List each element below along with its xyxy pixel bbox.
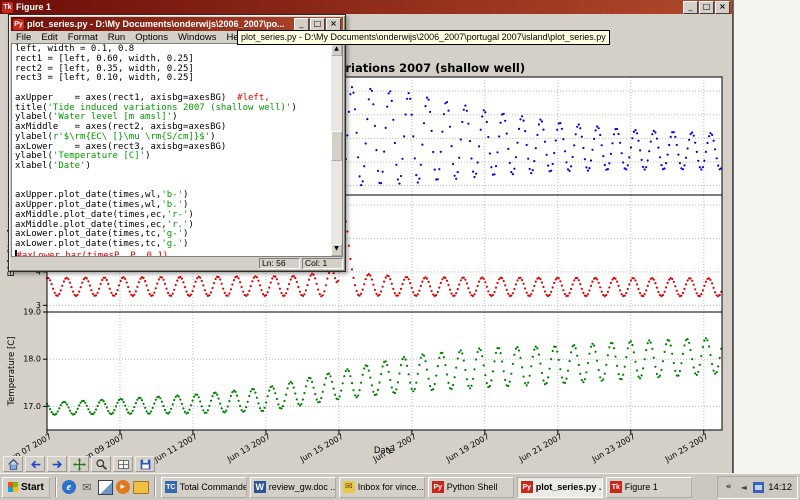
tk-icon <box>610 481 622 493</box>
task-button[interactable]: plot_series.py ... <box>517 477 603 498</box>
task-button-label: Inbox for vince... <box>358 482 424 492</box>
code-line: axLower.plot_date(times,tc,'g.') <box>15 240 331 250</box>
editor-window: plot_series.py - D:\My Documents\onderwi… <box>8 14 346 272</box>
forward-button[interactable] <box>47 456 67 472</box>
taskbar-divider <box>154 477 156 497</box>
start-button[interactable]: Start <box>2 477 50 498</box>
svg-text:17.0: 17.0 <box>23 402 41 411</box>
save-button[interactable] <box>135 456 155 472</box>
tray-chevron-icon[interactable] <box>723 482 734 493</box>
task-button[interactable]: Inbox for vince... <box>339 477 425 498</box>
temperature-axis-label: Temperature [C] <box>7 336 17 406</box>
scrollbar-thumb[interactable] <box>331 131 342 161</box>
tc-icon <box>165 481 177 493</box>
editor-window-controls <box>293 18 341 31</box>
task-button-label: review_gw.doc ... <box>269 482 336 492</box>
outlook-icon[interactable] <box>79 479 95 495</box>
task-button[interactable]: review_gw.doc ... <box>250 477 336 498</box>
menu-windows[interactable]: Windows <box>173 32 222 43</box>
editor-minimize-button[interactable] <box>294 18 309 31</box>
word-icon <box>254 481 266 493</box>
figure-title: Figure 1 <box>16 2 679 12</box>
task-button[interactable]: Figure 1 <box>606 477 692 498</box>
column-indicator: Col: 1 <box>302 258 343 269</box>
show-desktop-icon[interactable] <box>98 480 113 495</box>
editor-close-button[interactable] <box>326 18 341 31</box>
zoom-button[interactable] <box>91 456 111 472</box>
code-line <box>15 172 331 182</box>
code-line: rect3 = [left, 0.10, width, 0.25] <box>15 74 331 84</box>
scroll-down-button[interactable] <box>331 244 342 256</box>
scrollbar-track[interactable] <box>331 56 342 244</box>
subplots-button[interactable] <box>113 456 133 472</box>
svg-text:19.0: 19.0 <box>23 308 41 317</box>
system-tray: 14:12 <box>717 476 798 499</box>
py-icon <box>521 481 533 493</box>
menu-options[interactable]: Options <box>130 32 173 43</box>
code-line: #axLower.bar(timesP, P, 0.1) <box>15 250 331 257</box>
editor-code[interactable]: left, width = 0.1, 0.8rect1 = [left, 0.6… <box>11 43 331 257</box>
background-window <box>733 0 800 473</box>
path-tooltip: plot_series.py - D:\My Documents\onderwi… <box>237 30 610 45</box>
editor-scrollbar[interactable] <box>331 43 343 257</box>
figure-close-button[interactable] <box>715 1 730 14</box>
editor-body: left, width = 0.1, 0.8rect1 = [left, 0.6… <box>11 43 343 257</box>
py-icon <box>432 481 444 493</box>
task-button[interactable]: Total Commande... <box>161 477 247 498</box>
editor-title: plot_series.py - D:\My Documents\onderwi… <box>27 19 290 29</box>
tray-volume-icon[interactable] <box>738 482 749 493</box>
folder-icon[interactable] <box>133 481 149 494</box>
figure-maximize-button[interactable] <box>699 1 714 14</box>
figure-minimize-button[interactable] <box>683 1 698 14</box>
start-label: Start <box>21 482 44 493</box>
internet-explorer-icon[interactable] <box>62 480 76 494</box>
menu-edit[interactable]: Edit <box>36 32 62 43</box>
taskbar-divider <box>55 477 57 497</box>
editor-statusbar: Ln: 56 Col: 1 <box>11 257 343 269</box>
back-button[interactable] <box>25 456 45 472</box>
media-player-icon[interactable] <box>116 480 130 494</box>
task-button-label: plot_series.py ... <box>536 482 603 492</box>
home-button[interactable] <box>3 456 23 472</box>
task-button-area: Total Commande... review_gw.doc ... Inbox … <box>161 477 692 498</box>
taskbar: Start Total Commande... review_gw.doc ...… <box>0 473 800 500</box>
pan-button[interactable] <box>69 456 89 472</box>
task-button-label: Python Shell <box>447 482 498 492</box>
figure-window-controls <box>682 1 730 14</box>
editor-maximize-button[interactable] <box>310 18 325 31</box>
scroll-up-button[interactable] <box>331 44 342 56</box>
matplotlib-toolbar <box>0 455 732 473</box>
task-button[interactable]: Python Shell <box>428 477 514 498</box>
matplotlib-app-icon <box>2 2 13 13</box>
editor-titlebar[interactable]: plot_series.py - D:\My Documents\onderwi… <box>11 17 343 31</box>
idle-app-icon <box>13 19 24 30</box>
code-line: xlabel('Date') <box>15 162 331 172</box>
line-indicator: Ln: 56 <box>259 258 300 269</box>
tray-display-icon[interactable] <box>753 482 764 493</box>
menu-run[interactable]: Run <box>103 32 130 43</box>
svg-text:18.0: 18.0 <box>23 355 41 364</box>
task-button-label: Figure 1 <box>625 482 658 492</box>
windows-flag-icon <box>8 482 18 492</box>
quick-launch-bar <box>62 479 149 495</box>
task-button-label: Total Commande... <box>180 482 247 492</box>
taskbar-clock[interactable]: 14:12 <box>768 482 792 493</box>
figure-titlebar[interactable]: Figure 1 <box>0 0 732 14</box>
menu-format[interactable]: Format <box>63 32 103 43</box>
menu-file[interactable]: File <box>11 32 36 43</box>
desktop: Figure 1 Tide induced variations 2007 (s… <box>0 0 800 500</box>
temperature-axes: 17.0 18.0 19.0 <box>23 308 722 431</box>
mail-icon <box>343 481 355 493</box>
